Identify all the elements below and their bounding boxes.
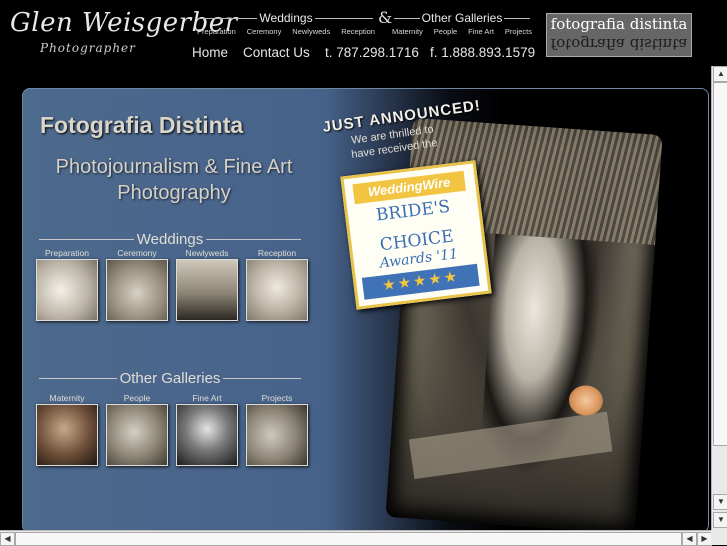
- thumb-label: Newlyweds: [185, 248, 229, 258]
- nav-fine-art[interactable]: Fine Art: [468, 27, 494, 36]
- thumb-preparation[interactable]: Preparation: [36, 248, 98, 321]
- nav-contact[interactable]: Contact Us: [243, 45, 310, 60]
- subtitle-line-2: Photography: [117, 182, 231, 204]
- thumb-image[interactable]: [176, 404, 238, 466]
- nav-reception[interactable]: Reception: [341, 27, 375, 36]
- thumb-reception[interactable]: Reception: [246, 248, 308, 321]
- page-viewport: Fotografia Distinta Photojournalism & Fi…: [0, 66, 711, 530]
- thumb-image[interactable]: [246, 404, 308, 466]
- scroll-down-arrow-icon[interactable]: ▼: [713, 494, 727, 510]
- galleries-section-title: Other Galleries: [119, 370, 221, 387]
- subtitle-line-1: Photojournalism & Fine Art: [55, 156, 293, 178]
- nav-maternity[interactable]: Maternity: [392, 27, 423, 36]
- nav-home[interactable]: Home: [192, 45, 228, 60]
- page-title: Fotografia Distinta: [40, 112, 244, 138]
- logo-subtitle: Photographer: [40, 41, 136, 55]
- scroll-up-icon[interactable]: ▲: [713, 66, 727, 82]
- brand-box-reflection: fotografia distinta: [550, 35, 688, 53]
- nav-people[interactable]: People: [434, 27, 457, 36]
- main-panel: Fotografia Distinta Photojournalism & Fi…: [22, 88, 709, 530]
- thumb-people[interactable]: People: [106, 393, 168, 466]
- thumb-image[interactable]: [246, 259, 308, 321]
- thumb-image[interactable]: [36, 404, 98, 466]
- site-header: Glen Weisgerber Photographer Weddings Pr…: [0, 0, 727, 66]
- wedding-thumbs: Preparation Ceremony Newlyweds Reception: [36, 248, 316, 321]
- thumb-label: Preparation: [45, 248, 89, 258]
- thumb-label: Projects: [261, 393, 293, 403]
- ampersand: &: [378, 8, 393, 27]
- brand-box-text: fotografia distinta: [550, 15, 688, 33]
- nav-preparation[interactable]: Preparation: [197, 27, 236, 36]
- scroll-left-icon[interactable]: ◀: [0, 532, 15, 546]
- scroll-right-icon[interactable]: ▶: [697, 532, 712, 546]
- nav-projects[interactable]: Projects: [505, 27, 532, 36]
- gallery-thumbs: Maternity People Fine Art Projects: [36, 393, 316, 466]
- galleries-nav: Other Galleries Maternity People Fine Ar…: [392, 11, 532, 36]
- weddings-nav-title[interactable]: Weddings: [259, 11, 312, 25]
- galleries-section-header: Other Galleries: [36, 370, 304, 387]
- thumb-projects[interactable]: Projects: [246, 393, 308, 466]
- thumb-label: Ceremony: [117, 248, 157, 258]
- thumb-fine-art[interactable]: Fine Art: [176, 393, 238, 466]
- fax-number: f. 1.888.893.1579: [430, 45, 536, 60]
- horizontal-scroll-thumb[interactable]: [15, 532, 682, 546]
- brides-choice-badge[interactable]: WeddingWire BRIDE'S CHOICE Awards '11 ★★…: [340, 160, 492, 310]
- thumb-image[interactable]: [106, 259, 168, 321]
- scroll-down-icon[interactable]: ▼: [713, 512, 727, 528]
- scroll-left-arrow-icon[interactable]: ◀: [682, 532, 697, 546]
- thumb-label: Fine Art: [192, 393, 222, 403]
- vertical-scrollbar[interactable]: ▲ ▼ ▼: [711, 66, 727, 530]
- horizontal-scrollbar[interactable]: ◀ ◀ ▶: [0, 530, 712, 546]
- thumb-label: People: [123, 393, 151, 403]
- weddings-nav: Weddings Preparation Ceremony Newlyweds …: [197, 11, 375, 36]
- brand-box[interactable]: fotografia distinta fotografia distinta: [546, 13, 692, 57]
- thumb-image[interactable]: [106, 404, 168, 466]
- phone-number: t. 787.298.1716: [325, 45, 419, 60]
- weddings-section-title: Weddings: [136, 231, 204, 248]
- nav-ceremony[interactable]: Ceremony: [247, 27, 282, 36]
- scrollbar-corner: [711, 530, 727, 545]
- thumb-label: Maternity: [49, 393, 85, 403]
- nav-newlyweds[interactable]: Newlyweds: [292, 27, 330, 36]
- thumb-newlyweds[interactable]: Newlyweds: [176, 248, 238, 321]
- thumb-maternity[interactable]: Maternity: [36, 393, 98, 466]
- thumb-image[interactable]: [176, 259, 238, 321]
- weddings-section-header: Weddings: [36, 231, 304, 248]
- thumb-label: Reception: [257, 248, 297, 258]
- thumb-image[interactable]: [36, 259, 98, 321]
- vertical-scroll-thumb[interactable]: [713, 82, 727, 446]
- galleries-nav-title[interactable]: Other Galleries: [422, 11, 503, 25]
- page-subtitle: Photojournalism & Fine Art Photography: [36, 154, 312, 206]
- thumb-ceremony[interactable]: Ceremony: [106, 248, 168, 321]
